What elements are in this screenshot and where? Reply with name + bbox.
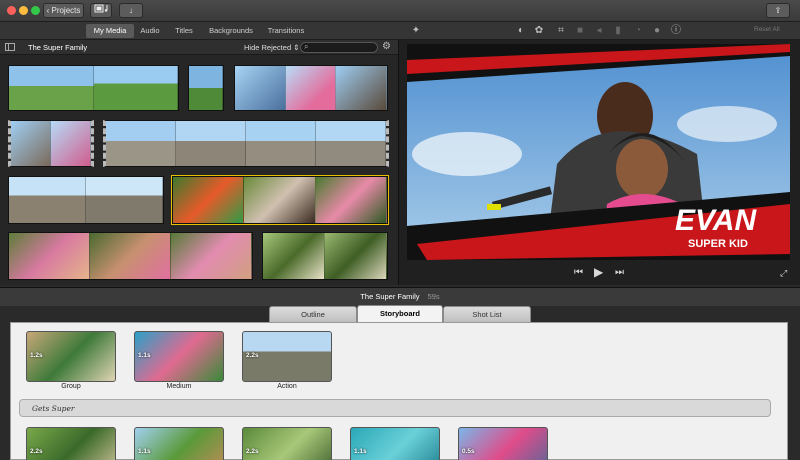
section-title: Gets Super xyxy=(32,404,75,413)
tab-shot-list[interactable]: Shot List xyxy=(443,306,531,323)
video-frame-art: EVAN SUPER KID xyxy=(407,44,790,260)
viewer: EVAN SUPER KID ⏮ ▶ ⏭ ⤢ xyxy=(398,40,800,285)
clip-duration: 1.1s xyxy=(138,448,151,455)
up-down-chevron-icon: ⇕ xyxy=(293,43,300,52)
tab-audio[interactable]: Audio xyxy=(136,24,164,38)
storyboard-clip[interactable]: 2.2s xyxy=(26,427,116,460)
import-button[interactable]: ↓ xyxy=(119,3,143,18)
title-sub-text: SUPER KID xyxy=(688,238,748,250)
toolbar: My Media Audio Titles Backgrounds Transi… xyxy=(0,22,800,40)
play-icon[interactable]: ▶ xyxy=(594,265,603,279)
media-clip[interactable] xyxy=(8,65,179,111)
skip-forward-icon[interactable]: ⏭ xyxy=(615,266,624,280)
media-clip[interactable] xyxy=(8,232,253,280)
tab-backgrounds[interactable]: Backgrounds xyxy=(206,24,256,38)
clip-label: Group xyxy=(61,383,81,390)
project-bar: The Super Family 59s xyxy=(0,287,800,306)
playback-controls: ⏮ ▶ ⏭ ⤢ xyxy=(399,264,800,282)
rejected-media-clip[interactable] xyxy=(8,120,94,167)
stabilization-icon[interactable]: ■ xyxy=(574,25,586,37)
tab-transitions[interactable]: Transitions xyxy=(264,24,308,38)
clip-filter-icon[interactable]: ● xyxy=(651,25,663,37)
section-header[interactable]: Gets Super xyxy=(19,399,771,417)
settings-gear-icon[interactable]: ⚙ xyxy=(382,41,391,52)
filter-select-value: Hide Rejected xyxy=(244,43,292,52)
speed-icon[interactable]: ◔ xyxy=(632,25,644,37)
storyboard-clip[interactable]: 1.1s xyxy=(134,331,224,382)
title-bar: ‹ Projects ↓ ⇪ xyxy=(0,0,800,22)
clip-duration: 0.5s xyxy=(462,448,475,455)
selected-media-clip[interactable] xyxy=(171,175,389,225)
clip-duration: 2.2s xyxy=(30,448,43,455)
noise-reduction-icon[interactable]: ▮ xyxy=(612,25,624,37)
fullscreen-icon[interactable]: ⤢ xyxy=(780,266,787,280)
project-name: The Super Family xyxy=(360,292,420,301)
share-icon: ⇪ xyxy=(774,6,782,15)
reset-all-button[interactable]: Reset All xyxy=(754,26,780,33)
media-clip[interactable] xyxy=(262,232,388,280)
clip-label: Medium xyxy=(166,383,192,390)
clip-duration: 1.1s xyxy=(354,448,367,455)
color-correction-icon[interactable]: ✿ xyxy=(533,25,545,37)
media-clip[interactable] xyxy=(234,65,388,111)
sidebar-toggle-icon[interactable] xyxy=(5,43,15,51)
storyboard-clip[interactable]: 1.2s xyxy=(26,331,116,382)
color-balance-icon[interactable]: ◐ xyxy=(515,25,527,37)
info-icon[interactable]: ⓘ xyxy=(670,25,682,37)
close-window-button[interactable] xyxy=(7,6,16,15)
media-view-button[interactable] xyxy=(90,3,112,18)
event-title: The Super Family xyxy=(28,43,88,52)
search-field[interactable]: ⌕ xyxy=(300,42,378,53)
tab-titles[interactable]: Titles xyxy=(168,24,200,38)
filter-select[interactable]: Hide Rejected ⇕ xyxy=(244,43,300,52)
video-preview[interactable]: EVAN SUPER KID xyxy=(407,44,790,260)
clip-duration: 2.2s xyxy=(246,448,259,455)
tab-outline[interactable]: Outline xyxy=(269,306,357,323)
storyboard-clip[interactable]: 1.1s xyxy=(134,427,224,460)
tab-my-media[interactable]: My Media xyxy=(86,24,134,38)
skip-back-icon[interactable]: ⏮ xyxy=(574,266,583,280)
magic-wand-icon[interactable]: ✦ xyxy=(410,25,422,37)
clip-duration: 2.2s xyxy=(246,352,259,359)
search-icon: ⌕ xyxy=(304,42,309,51)
storyboard: 1.2s Group 1.1s Medium 2.2s Action Gets … xyxy=(10,322,788,460)
storyboard-clip[interactable]: 2.2s xyxy=(242,331,332,382)
minimize-window-button[interactable] xyxy=(19,6,28,15)
download-arrow-icon: ↓ xyxy=(129,6,133,15)
storyboard-clip[interactable]: 1.1s xyxy=(350,427,440,460)
rejected-media-clip[interactable] xyxy=(103,120,389,167)
storyboard-clip[interactable]: 2.2s xyxy=(242,427,332,460)
zoom-window-button[interactable] xyxy=(31,6,40,15)
title-main-text: EVAN xyxy=(675,204,757,237)
film-music-icon xyxy=(94,4,108,13)
share-button[interactable]: ⇪ xyxy=(766,3,790,18)
browser-header: The Super Family Hide Rejected ⇕ ⌕ ⚙ xyxy=(0,40,398,55)
projects-button-label: Projects xyxy=(51,6,81,15)
project-title-row: The Super Family 59s xyxy=(0,292,800,301)
project-duration: 59s xyxy=(427,292,440,301)
tab-storyboard[interactable]: Storyboard xyxy=(357,305,443,323)
projects-button[interactable]: ‹ Projects xyxy=(43,3,84,18)
media-browser xyxy=(0,55,398,285)
crop-icon[interactable]: ⌗ xyxy=(555,25,567,37)
storyboard-clip[interactable]: 0.5s xyxy=(458,427,548,460)
media-clip[interactable] xyxy=(8,176,164,224)
clip-duration: 1.1s xyxy=(138,352,151,359)
media-clip[interactable] xyxy=(188,65,224,111)
clip-label: Action xyxy=(277,383,297,390)
clip-duration: 1.2s xyxy=(30,352,43,359)
imovie-window: ‹ Projects ↓ ⇪ My Media Audio Titles Bac… xyxy=(0,0,800,460)
volume-icon[interactable]: ◂ xyxy=(593,25,605,37)
